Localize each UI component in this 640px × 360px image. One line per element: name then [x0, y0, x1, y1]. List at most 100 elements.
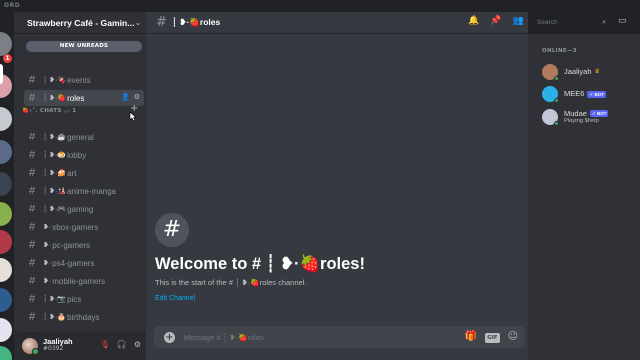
- hashtag-icon: #: [29, 185, 36, 197]
- channel-item-general[interactable]: # ┊ ❥·☕ general: [24, 129, 144, 145]
- member-item[interactable]: Mudae ✓ BOT Playing $help: [542, 107, 638, 127]
- channel-sidebar: Strawberry Café - Gamin... ⌄ NEW UNREADS…: [14, 12, 146, 360]
- channel-item-xbox-gamers[interactable]: # ❥· xbox-gamers: [24, 219, 144, 235]
- message-input[interactable]: Message # ┊ ❥·🍓roles: [184, 333, 264, 342]
- emoji-icon[interactable]: ☺: [508, 331, 518, 343]
- edit-channel-link[interactable]: Edit Channel: [155, 295, 195, 302]
- hashtag-icon: #: [29, 221, 36, 233]
- hashtag-icon: #: [155, 213, 189, 247]
- member-name: Jaaliyah: [564, 66, 592, 76]
- hashtag-icon: #: [29, 293, 36, 305]
- chat-main: # ┊ ❥·🍓roles # Welcome to # ┊ ❥·🍓roles! …: [146, 12, 528, 360]
- gift-icon[interactable]: 🎁: [465, 331, 477, 343]
- channel-title: ┊ ❥·🍓roles: [171, 17, 221, 27]
- channel-label: gaming: [67, 204, 94, 214]
- gif-button[interactable]: GIF: [485, 333, 500, 343]
- bot-badge: ✓ BOT: [589, 110, 609, 118]
- channel-decoration: ┊ ❥·☕: [43, 134, 67, 141]
- server-icon[interactable]: [0, 230, 12, 254]
- hashtag-icon: #: [29, 131, 36, 143]
- channel-decoration: ┊ ❥·🎂: [43, 314, 67, 321]
- channel-decoration: ❥·: [43, 224, 52, 231]
- avatar[interactable]: [22, 337, 39, 355]
- channel-decoration: ┊ ❥·🍫: [43, 77, 67, 84]
- channel-decoration: ┊ ❥·🍰: [43, 170, 67, 177]
- channel-item-birthdays[interactable]: # ┊ ❥·🎂 birthdays: [24, 309, 144, 325]
- window-title: ORD: [4, 2, 21, 9]
- user-panel: Jaaliyah #0392 🎙 🎧 ⚙: [14, 331, 146, 360]
- channel-item-gaming[interactable]: # ┊ ❥·🎮 gaming: [24, 201, 144, 217]
- channel-label: anime-manga: [67, 186, 116, 196]
- avatar: [542, 86, 559, 103]
- inbox-icon[interactable]: ▭: [618, 16, 627, 26]
- pin-icon[interactable]: 📌: [490, 16, 501, 26]
- hashtag-icon: #: [29, 149, 36, 161]
- channel-item-events[interactable]: # ┊ ❥·🍫 events: [24, 72, 144, 88]
- user-tag: #0392: [43, 345, 64, 353]
- message-composer[interactable]: + Message # ┊ ❥·🍓roles 🎁 GIF ☺: [154, 326, 525, 348]
- channel-label: pc-gamers: [52, 240, 90, 250]
- hashtag-icon: #: [29, 92, 36, 104]
- channel-decoration: ┊ ❥·🍓: [43, 95, 67, 102]
- hashtag-icon: #: [29, 311, 36, 323]
- notification-bell-icon[interactable]: 🔔: [468, 16, 479, 26]
- avatar: [542, 109, 559, 126]
- channel-item-lobby[interactable]: # ┊ ❥·🍮 lobby: [24, 147, 144, 163]
- search-icon: ⌕: [602, 19, 606, 26]
- attach-plus-icon[interactable]: +: [164, 331, 175, 343]
- server-icon[interactable]: [0, 258, 12, 282]
- channel-label: art: [67, 168, 77, 178]
- channel-label: xbox-gamers: [52, 222, 99, 232]
- channel-item-pics[interactable]: # ┊ ❥·📷 pics: [24, 291, 144, 307]
- channel-item-mobile-gamers[interactable]: # ❥· mobile-gamers: [24, 273, 144, 289]
- deafen-icon[interactable]: 🎧: [117, 340, 127, 349]
- member-list-icon[interactable]: 👥: [512, 16, 523, 26]
- channel-label: birthdays: [67, 312, 100, 322]
- window-titlebar: ORD: [0, 0, 640, 12]
- channel-label: mobile-gamers: [52, 276, 106, 286]
- bot-badge: ✓ BOT: [587, 90, 606, 98]
- channel-label: general: [67, 132, 94, 142]
- member-item[interactable]: Jaaliyah ♛: [542, 62, 638, 82]
- gear-icon[interactable]: ⚙: [134, 93, 140, 101]
- server-icon[interactable]: [0, 172, 12, 196]
- hashtag-icon: #: [29, 257, 36, 269]
- channel-decoration: ❥·: [43, 278, 52, 285]
- hashtag-icon: #: [29, 203, 36, 215]
- channel-item-pc-gamers[interactable]: # ❥· pc-gamers: [24, 237, 144, 253]
- member-item[interactable]: MEE6 ✓ BOT: [542, 84, 638, 104]
- channel-label: ps4-gamers: [52, 258, 95, 268]
- channel-item-roles[interactable]: # ┊ ❥·🍓 roles 👤 ⚙: [24, 90, 144, 106]
- channel-item-anime-manga[interactable]: # ┊ ❥·🎎 anime-manga: [24, 183, 144, 199]
- server-icon[interactable]: [0, 140, 12, 164]
- server-rail: 1: [0, 12, 14, 360]
- channel-decoration: ┊ ❥·🎮: [43, 206, 67, 213]
- server-icon[interactable]: [0, 318, 12, 342]
- search-input[interactable]: Search ⌕: [533, 16, 610, 29]
- server-icon[interactable]: [0, 346, 12, 360]
- channel-item-ps4-gamers[interactable]: # ❥· ps4-gamers: [24, 255, 144, 271]
- channel-label: pics: [67, 294, 82, 304]
- category-chats[interactable]: 🍓₊˚. CHATS ⸝⸝ 1: [22, 106, 76, 114]
- online-status-dot: [554, 76, 559, 81]
- crown-icon: ♛: [594, 68, 600, 75]
- member-activity: Playing $help: [564, 117, 599, 124]
- welcome-subtitle: This is the start of the # ┊ ❥·🍓roles ch…: [155, 278, 307, 287]
- server-icon[interactable]: [0, 32, 12, 56]
- invite-icon[interactable]: 👤: [121, 93, 130, 101]
- channel-decoration: ┊ ❥·📷: [43, 296, 67, 303]
- welcome-title: Welcome to # ┊ ❥·🍓roles!: [155, 255, 365, 273]
- new-unreads-button[interactable]: NEW UNREADS: [26, 41, 142, 52]
- gear-icon[interactable]: ⚙: [134, 340, 141, 349]
- channel-item-art[interactable]: # ┊ ❥·🍰 art: [24, 165, 144, 181]
- hashtag-icon: #: [156, 15, 167, 30]
- server-header[interactable]: Strawberry Café - Gamin... ⌄: [14, 12, 146, 34]
- channel-decoration: ❥·: [43, 242, 52, 249]
- online-status-dot: [554, 121, 559, 126]
- server-icon[interactable]: [0, 107, 12, 131]
- server-icon[interactable]: [0, 288, 12, 312]
- members-heading: ONLINE—3: [542, 48, 577, 54]
- server-icon[interactable]: [0, 202, 12, 226]
- mute-mic-icon[interactable]: 🎙: [100, 340, 110, 349]
- online-status-dot: [554, 98, 559, 103]
